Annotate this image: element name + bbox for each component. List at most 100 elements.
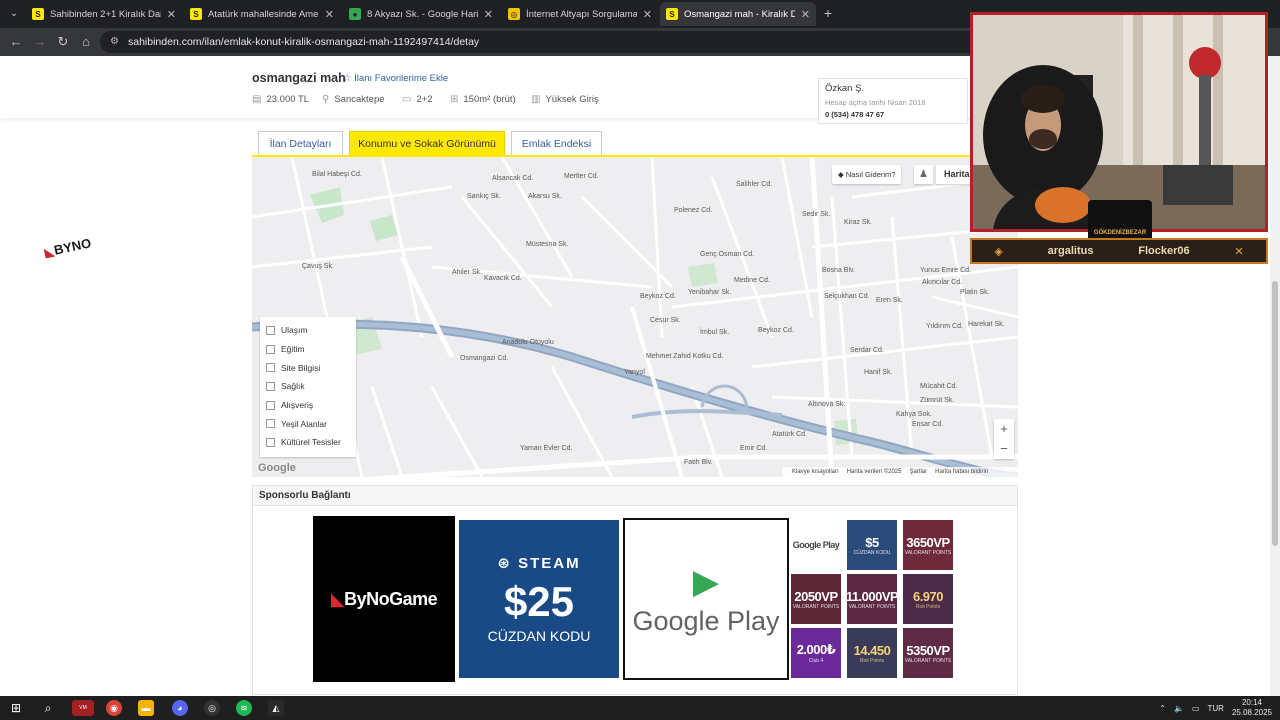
legend-item[interactable]: Alışveriş bbox=[266, 396, 350, 415]
map[interactable]: Bilal Habeşi Cd. Alsancak Cd. Mertler Cd. S… bbox=[252, 157, 1018, 477]
street-label: Ensar Cd. bbox=[912, 421, 944, 428]
legend-item[interactable]: Kültürel Tesisler bbox=[266, 433, 350, 452]
browser-tab-3[interactable]: ● 8 Akyazı Sk. - Google Haritalar ✕ bbox=[343, 2, 499, 26]
search-icon[interactable]: ⌕ bbox=[40, 700, 56, 716]
obs-icon[interactable]: ◎ bbox=[204, 700, 220, 716]
tab-close-icon[interactable]: ✕ bbox=[643, 8, 652, 21]
spotify-icon[interactable]: ≋ bbox=[236, 700, 252, 716]
legend-checkbox[interactable] bbox=[266, 437, 275, 447]
page-scrollbar[interactable] bbox=[1270, 56, 1280, 696]
tab-listing-details[interactable]: İlan Detayları bbox=[258, 131, 343, 156]
legend-label: Eğitim bbox=[281, 344, 305, 355]
map-footer: Klavye kısayolları Harita verileri ©2025… bbox=[782, 467, 1018, 477]
map-footer-report[interactable]: Harita hatası bildirin bbox=[935, 467, 988, 477]
chrome-icon[interactable]: ◉ bbox=[106, 700, 122, 716]
steam-ad[interactable]: ⊛ STEAM $25 CÜZDAN KODU bbox=[459, 520, 619, 678]
clock[interactable]: 20:14 25.08.2025 bbox=[1232, 698, 1272, 718]
small-ad[interactable]: 14.450 Riot Points bbox=[847, 628, 897, 678]
small-ad[interactable]: 6.970 Riot Points bbox=[903, 574, 953, 624]
home-icon[interactable]: ⌂ bbox=[78, 34, 94, 50]
browser-tab-4[interactable]: ◎ İnternet Altyapı Sorgulama & Fi ✕ bbox=[502, 2, 658, 26]
legend-item[interactable]: Site Bilgisi bbox=[266, 358, 350, 377]
zoom-in-button[interactable]: + bbox=[994, 419, 1014, 439]
legend-label: Kültürel Tesisler bbox=[281, 437, 341, 448]
legend-checkbox[interactable] bbox=[266, 363, 275, 373]
tab-close-icon[interactable]: ✕ bbox=[801, 8, 810, 21]
browser-tab-5[interactable]: S Osmangazi mah - Kiralık Daire ✕ bbox=[660, 2, 816, 26]
small-ad[interactable]: Google Play bbox=[791, 520, 841, 570]
zoom-controls: + − bbox=[994, 419, 1014, 459]
network-icon[interactable]: ▭ bbox=[1192, 704, 1200, 713]
street-view-pegman-icon[interactable]: ♟ bbox=[914, 165, 933, 184]
legend-item[interactable]: Eğitim bbox=[266, 340, 350, 359]
small-ad-value: 3650VP bbox=[906, 534, 950, 550]
legend-label: Ulaşım bbox=[281, 325, 308, 336]
small-ad-value: 6.970 bbox=[912, 588, 944, 604]
zoom-out-button[interactable]: − bbox=[994, 439, 1014, 459]
directions-button[interactable]: ◆ Nasıl Giderim? bbox=[832, 165, 902, 184]
legend-checkbox[interactable] bbox=[266, 400, 275, 410]
forward-icon[interactable]: → bbox=[32, 34, 48, 50]
map-footer-data: Harita verileri ©2025 bbox=[846, 469, 902, 475]
tab-real-estate-index[interactable]: Emlak Endeksi bbox=[511, 131, 602, 156]
tab-title: Atatürk mahallesinde Amerikan bbox=[208, 8, 319, 20]
building-icon: ▥ bbox=[531, 94, 541, 105]
legend-item[interactable]: Yeşil Alanlar bbox=[266, 414, 350, 433]
directions-label: Nasıl Giderim? bbox=[845, 170, 896, 179]
small-ad[interactable]: $5 CÜZDAN KODU bbox=[847, 520, 897, 570]
small-ad[interactable]: 2050VP VALORANT POINTS bbox=[791, 574, 841, 624]
street-label: Mertler Cd. bbox=[564, 173, 599, 180]
street-label: Anadolu Otoyolu bbox=[502, 339, 554, 346]
tab-close-icon[interactable]: ✕ bbox=[484, 8, 493, 21]
new-tab-icon[interactable]: + bbox=[820, 5, 836, 21]
tab-search-icon[interactable]: ⌄ bbox=[6, 6, 22, 22]
reload-icon[interactable]: ↻ bbox=[55, 34, 71, 50]
voicemeeter-icon[interactable]: VM bbox=[72, 700, 94, 716]
browser-tab-1[interactable]: S Sahibinden 2+1 Kiralık Daire Fiy ✕ bbox=[26, 2, 182, 26]
left-name: argalitus bbox=[1047, 245, 1094, 257]
small-ad-value: 2.000₺ bbox=[796, 642, 836, 657]
tab-favicon-icon: ● bbox=[349, 8, 361, 20]
scrollbar-thumb[interactable] bbox=[1272, 281, 1278, 546]
back-icon[interactable]: ← bbox=[8, 34, 24, 50]
app-icon[interactable]: ◭ bbox=[268, 700, 284, 716]
site-info-icon[interactable]: ⚙ bbox=[110, 31, 119, 53]
small-ad-sub: Riot Points bbox=[859, 657, 885, 664]
street-label: Sedir Sk. bbox=[802, 211, 831, 218]
add-favorite-link[interactable]: ☆ İlanı Favorilerime Ekle bbox=[343, 73, 448, 84]
windows-start-icon[interactable]: ⊞ bbox=[8, 700, 24, 716]
bynogame-ad[interactable]: ◣ByNoGame bbox=[313, 516, 455, 682]
sponsored-heading: Sponsorlu Bağlantı bbox=[253, 486, 1017, 506]
legend-item[interactable]: Ulaşım bbox=[266, 321, 350, 340]
map-footer-terms[interactable]: Şartlar bbox=[909, 467, 927, 477]
legend-label: Yeşil Alanlar bbox=[281, 418, 327, 429]
seller-card[interactable]: Özkan Ş. Hesap açma tarihi Nisan 2018 0 … bbox=[818, 78, 968, 124]
url-input[interactable]: ⚙ sahibinden.com/ilan/emlak-konut-kirali… bbox=[100, 31, 980, 53]
legend-checkbox[interactable] bbox=[266, 419, 275, 429]
browser-tab-2[interactable]: S Atatürk mahallesinde Amerikan ✕ bbox=[184, 2, 340, 26]
tab-close-icon[interactable]: ✕ bbox=[325, 8, 334, 21]
input-language[interactable]: TUR bbox=[1208, 704, 1224, 713]
file-explorer-icon[interactable]: ▬ bbox=[138, 700, 154, 716]
legend-checkbox[interactable] bbox=[266, 325, 275, 335]
channel-badge-text: GÖKDENİZBEZAR bbox=[1093, 230, 1147, 236]
small-ad[interactable]: 11.000VP VALORANT POINTS bbox=[847, 574, 897, 624]
tab-location-street-view[interactable]: Konumu ve Sokak Görünümü bbox=[349, 131, 505, 156]
discord-icon[interactable]: ◕ bbox=[172, 700, 188, 716]
street-label: Cesur Sk. bbox=[650, 317, 681, 324]
tab-close-icon[interactable]: ✕ bbox=[167, 8, 176, 21]
map-footer-shortcuts[interactable]: Klavye kısayolları bbox=[792, 467, 839, 477]
legend-checkbox[interactable] bbox=[266, 344, 275, 354]
small-ad-sub: VALORANT POINTS bbox=[848, 603, 896, 610]
small-ad[interactable]: 2.000₺ Club 4 bbox=[791, 628, 841, 678]
seller-phone[interactable]: 0 (534) 478 47 67 bbox=[825, 110, 961, 119]
cam-bar-left-icon: ◈ bbox=[994, 245, 1003, 258]
small-ad[interactable]: 3650VP VALORANT POINTS bbox=[903, 520, 953, 570]
small-ad[interactable]: 5350VP VALORANT POINTS bbox=[903, 628, 953, 678]
volume-icon[interactable]: 🔈 bbox=[1174, 704, 1184, 713]
legend-item[interactable]: Sağlık bbox=[266, 377, 350, 396]
tray-chevron-icon[interactable]: ⌃ bbox=[1159, 704, 1166, 713]
legend-checkbox[interactable] bbox=[266, 381, 275, 391]
channel-badge: GÖKDENİZBEZAR bbox=[1088, 200, 1152, 242]
google-play-ad[interactable]: ▶ Google Play bbox=[623, 518, 789, 680]
